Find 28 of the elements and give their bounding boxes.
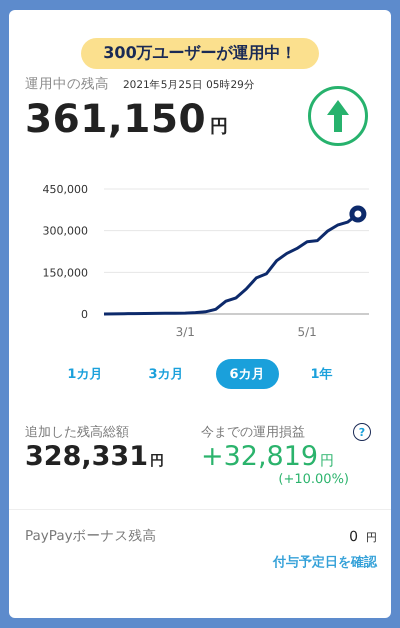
added-label: 追加した残高総額 bbox=[25, 424, 130, 441]
end-marker bbox=[349, 206, 366, 222]
balance-amount: 361,150 bbox=[25, 97, 206, 142]
period-tab[interactable]: 3カ月 bbox=[134, 359, 198, 389]
profit-label: 今までの運用損益 bbox=[201, 424, 305, 441]
grant-date-link[interactable]: 付与予定日を確認 bbox=[273, 553, 377, 571]
profit-percent: (+10.00%) bbox=[277, 472, 350, 487]
added-amount: 328,331 bbox=[25, 441, 148, 472]
currency-unit: 円 bbox=[320, 452, 334, 470]
axis-label: 150,000 bbox=[42, 266, 88, 280]
axis-label: 5/1 bbox=[297, 325, 317, 339]
axis-label: 0 bbox=[81, 308, 88, 321]
help-icon[interactable]: ? bbox=[353, 423, 371, 441]
currency-unit: 円 bbox=[150, 452, 164, 470]
profit-amount: +32,819 bbox=[201, 441, 318, 472]
period-tab[interactable]: 1カ月 bbox=[53, 359, 116, 389]
bonus-label: PayPayボーナス残高 bbox=[25, 526, 157, 544]
bonus-amount: 0 bbox=[349, 529, 358, 545]
balance-label: 運用中の残高 bbox=[25, 75, 109, 93]
currency-unit: 円 bbox=[210, 115, 228, 138]
period-tab[interactable]: 1年 bbox=[296, 359, 347, 389]
axis-label: 3/1 bbox=[176, 325, 195, 339]
axis-label: 450,000 bbox=[42, 183, 88, 196]
period-tab[interactable]: 6カ月 bbox=[216, 359, 279, 389]
axis-label: 300,000 bbox=[42, 224, 88, 238]
promo-banner: 300万ユーザーが運用中！ bbox=[81, 38, 319, 69]
currency-unit: 円 bbox=[366, 531, 377, 544]
timestamp: 2021年5月25日 05時29分 bbox=[123, 78, 255, 92]
